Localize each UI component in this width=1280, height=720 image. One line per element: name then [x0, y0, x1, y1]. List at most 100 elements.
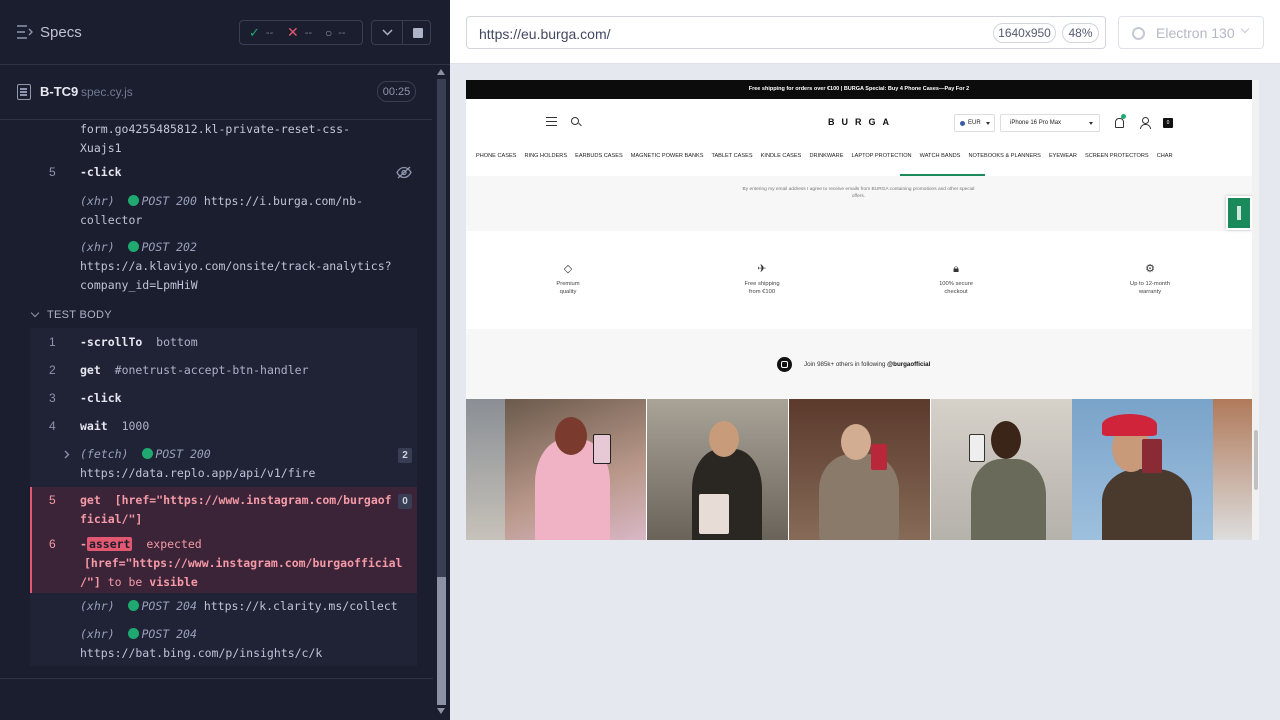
xhr-prefix: (xhr)	[80, 599, 115, 613]
check-icon: ✓	[249, 24, 260, 40]
stop-button[interactable]	[403, 21, 433, 44]
nav-item[interactable]: NOTEBOOKS & PLANNERS	[968, 153, 1040, 159]
command-scrollto[interactable]: 1 -scrollTo bottom	[30, 333, 417, 353]
cart-icon[interactable]: 0	[1163, 118, 1173, 128]
command-get-failed[interactable]: 5 get [href="https://www.instagram.com/b…	[30, 491, 417, 531]
gallery-image[interactable]	[931, 399, 1072, 540]
viewport-size-badge[interactable]: 1640x950	[993, 23, 1056, 43]
xhr-log-item[interactable]: (xhr) POST 204 https://k.clarity.ms/coll…	[30, 597, 417, 617]
reporter-scrollbar[interactable]	[433, 65, 450, 720]
nav-item[interactable]: PHONE CASES	[476, 153, 516, 159]
status-dot-icon	[128, 241, 140, 252]
command-get[interactable]: 2 get #onetrust-accept-btn-handler	[30, 361, 417, 381]
test-body-label: TEST BODY	[47, 309, 112, 321]
pending-icon: ○	[325, 25, 333, 40]
gallery-image[interactable]	[789, 399, 930, 540]
nav-item[interactable]: KINDLE CASES	[761, 153, 802, 159]
gallery-image[interactable]	[1213, 399, 1252, 540]
pending-count: --	[338, 26, 346, 39]
nav-item[interactable]: MAGNETIC POWER BANKS	[631, 153, 704, 159]
zoom-badge[interactable]: 48%	[1062, 23, 1099, 43]
status-dot-icon	[128, 628, 140, 639]
step-number: 1	[49, 335, 56, 349]
test-stats: ✓ -- ✕ -- ○ --	[239, 20, 363, 45]
scroll-up-icon[interactable]	[437, 69, 445, 75]
xhr-log-item[interactable]: (xhr) POST 204 https://bat.bing.com/p/in…	[30, 625, 417, 665]
nav-item[interactable]: DRINKWARE	[809, 153, 843, 159]
xhr-url: https://bat.bing.com/p/insights/c/k	[80, 646, 323, 660]
url-bar[interactable]: https://eu.burga.com/ 1640x950 48%	[466, 16, 1106, 49]
scroll-thumb[interactable]	[437, 577, 446, 705]
feature-line1: Up to 12-month	[1130, 281, 1170, 287]
instagram-gallery	[466, 399, 1252, 540]
assert-visible: visible	[149, 575, 198, 589]
user-icon[interactable]	[1140, 117, 1151, 129]
nav-item[interactable]: EYEWEAR	[1049, 153, 1077, 159]
site-logo[interactable]: BURGA	[828, 117, 896, 127]
command-name: -click	[80, 391, 122, 405]
command-arg: 1000	[121, 419, 150, 433]
xhr-prefix: (xhr)	[80, 240, 115, 254]
gallery-image[interactable]	[1072, 399, 1213, 540]
command-name: -scrollTo	[80, 335, 143, 349]
feature-line1: Free shipping	[744, 281, 780, 287]
command-click[interactable]: 5 -click	[30, 163, 417, 185]
chevron-down-button[interactable]	[372, 21, 402, 44]
selector-text-b: Xuajs1	[80, 141, 122, 155]
status-dot-icon	[128, 600, 140, 611]
fetch-method: POST 200	[155, 447, 211, 461]
nav-item[interactable]: TABLET CASES	[711, 153, 752, 159]
scroll-down-icon[interactable]	[437, 708, 445, 714]
xhr-log-item[interactable]: (xhr) POST 200 https://i.burga.com/nb- c…	[30, 192, 417, 232]
url-text: https://eu.burga.com/	[479, 26, 611, 42]
failed-stat: ✕ --	[278, 24, 316, 41]
browser-selector[interactable]: Electron 130	[1118, 16, 1264, 49]
model-select[interactable]: iPhone 16 Pro Max	[1000, 114, 1100, 132]
eye-slash-icon[interactable]	[396, 166, 412, 179]
nav-item[interactable]: LAPTOP PROTECTION	[852, 153, 912, 159]
xhr-method: POST 202	[141, 240, 197, 254]
nav-item[interactable]: EARBUDS CASES	[575, 153, 623, 159]
model-value: iPhone 16 Pro Max	[1010, 120, 1062, 126]
currency-select[interactable]: EUR	[954, 114, 995, 132]
nav-item[interactable]: WATCH BANDS	[920, 153, 961, 159]
command-log-item[interactable]: form.go4255485812.kl-private-reset-css- …	[30, 120, 417, 160]
test-body-header[interactable]: TEST BODY	[30, 306, 417, 326]
side-widget-tab[interactable]	[1226, 196, 1252, 230]
search-icon[interactable]	[571, 117, 579, 125]
xhr-url-cont: company_id=LpmHiW	[80, 278, 198, 292]
command-assert-failed[interactable]: 6 - assert expected [href="https://www.in…	[30, 535, 417, 593]
gallery-image[interactable]	[466, 399, 505, 540]
app-scroll-thumb[interactable]	[1254, 430, 1258, 490]
xhr-url-cont: collector	[80, 213, 143, 227]
assert-to-be: to be	[107, 575, 143, 589]
chevron-right-icon[interactable]	[64, 450, 70, 459]
instagram-link[interactable]: @burgaofficial	[887, 361, 930, 368]
command-arg-cont: ficial/"]	[80, 512, 143, 526]
caret-down-icon	[986, 122, 990, 125]
step-number: 5	[49, 493, 56, 507]
xhr-url: https://k.clarity.ms/collect	[203, 599, 398, 613]
gallery-image[interactable]	[505, 399, 646, 540]
nav-item[interactable]: CHAR	[1157, 153, 1173, 159]
xhr-log-item[interactable]: (xhr) POST 202 https://a.klaviyo.com/ons…	[30, 238, 417, 292]
consent-text: By entering my email address I agree to …	[742, 187, 975, 199]
command-click[interactable]: 3 -click	[30, 389, 417, 409]
nav-item[interactable]: SCREEN PROTECTORS	[1085, 153, 1149, 159]
step-number: 5	[49, 165, 56, 179]
passed-count: --	[265, 26, 274, 39]
menu-icon[interactable]	[546, 117, 557, 126]
bell-icon[interactable]	[1115, 114, 1126, 128]
command-arg: [href="https://www.instagram.com/burgaof	[114, 493, 392, 507]
instagram-icon[interactable]	[777, 356, 792, 372]
status-dot-icon	[128, 195, 140, 206]
gallery-image[interactable]	[647, 399, 788, 540]
fetch-log-item[interactable]: (fetch) POST 200 https://data.replo.app/…	[30, 445, 417, 485]
xhr-prefix: (xhr)	[80, 627, 115, 641]
specs-title[interactable]: Specs	[40, 24, 82, 41]
app-scrollbar[interactable]	[1252, 80, 1259, 540]
specs-list-icon[interactable]	[17, 25, 33, 39]
command-name: wait	[80, 419, 108, 433]
command-wait[interactable]: 4 wait 1000	[30, 417, 417, 437]
nav-item[interactable]: RING HOLDERS	[524, 153, 567, 159]
